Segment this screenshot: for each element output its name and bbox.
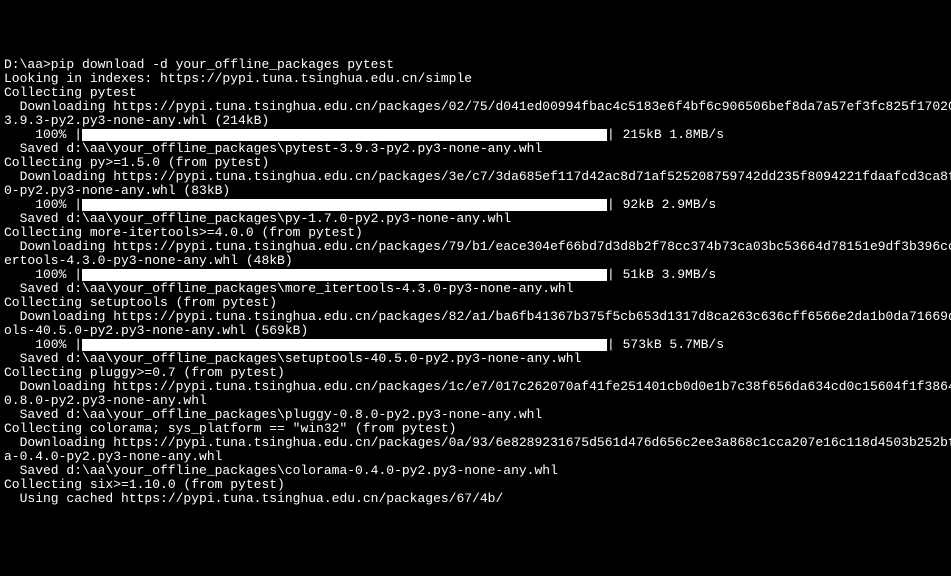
downloading-line-cont: 0-py2.py3-none-any.whl (83kB): [4, 184, 947, 198]
collecting-line: Collecting setuptools (from pytest): [4, 296, 947, 310]
progress-bar: [82, 129, 607, 141]
progress-percent: 100% |: [4, 338, 82, 352]
progress-line: 100% | | 51kB 3.9MB/s: [4, 268, 947, 282]
downloading-line-cont: a-0.4.0-py2.py3-none-any.whl: [4, 450, 947, 464]
progress-line: 100% | | 573kB 5.7MB/s: [4, 338, 947, 352]
downloading-line: Downloading https://pypi.tuna.tsinghua.e…: [4, 380, 947, 394]
downloading-line-cont: 3.9.3-py2.py3-none-any.whl (214kB): [4, 114, 947, 128]
saved-line: Saved d:\aa\your_offline_packages\colora…: [4, 464, 947, 478]
collecting-line: Collecting six>=1.10.0 (from pytest): [4, 478, 947, 492]
downloading-line: Downloading https://pypi.tuna.tsinghua.e…: [4, 436, 947, 450]
saved-line: Saved d:\aa\your_offline_packages\pytest…: [4, 142, 947, 156]
saved-line: Saved d:\aa\your_offline_packages\setupt…: [4, 352, 947, 366]
progress-stats: | 573kB 5.7MB/s: [607, 338, 724, 352]
progress-percent: 100% |: [4, 268, 82, 282]
downloading-line: Downloading https://pypi.tuna.tsinghua.e…: [4, 170, 947, 184]
downloading-line: Downloading https://pypi.tuna.tsinghua.e…: [4, 310, 947, 324]
command-prompt: D:\aa>pip download -d your_offline_packa…: [4, 58, 947, 72]
progress-percent: 100% |: [4, 198, 82, 212]
progress-stats: | 51kB 3.9MB/s: [607, 268, 716, 282]
progress-line: 100% | | 215kB 1.8MB/s: [4, 128, 947, 142]
saved-line: Saved d:\aa\your_offline_packages\more_i…: [4, 282, 947, 296]
saved-line: Saved d:\aa\your_offline_packages\pluggy…: [4, 408, 947, 422]
downloading-line-cont: 0.8.0-py2.py3-none-any.whl: [4, 394, 947, 408]
downloading-line-cont: ertools-4.3.0-py3-none-any.whl (48kB): [4, 254, 947, 268]
collecting-line: Collecting colorama; sys_platform == "wi…: [4, 422, 947, 436]
progress-stats: | 92kB 2.9MB/s: [607, 198, 716, 212]
progress-bar: [82, 269, 607, 281]
progress-stats: | 215kB 1.8MB/s: [607, 128, 724, 142]
progress-line: 100% | | 92kB 2.9MB/s: [4, 198, 947, 212]
terminal-output: D:\aa>pip download -d your_offline_packa…: [4, 58, 947, 506]
collecting-line: Collecting pluggy>=0.7 (from pytest): [4, 366, 947, 380]
progress-bar: [82, 339, 607, 351]
collecting-line: Collecting py>=1.5.0 (from pytest): [4, 156, 947, 170]
progress-bar: [82, 199, 607, 211]
saved-line: Saved d:\aa\your_offline_packages\py-1.7…: [4, 212, 947, 226]
downloading-line: Downloading https://pypi.tuna.tsinghua.e…: [4, 240, 947, 254]
partial-line: Using cached https://pypi.tuna.tsinghua.…: [4, 492, 947, 506]
collecting-line: Collecting more-itertools>=4.0.0 (from p…: [4, 226, 947, 240]
progress-percent: 100% |: [4, 128, 82, 142]
downloading-line-cont: ols-40.5.0-py2.py3-none-any.whl (569kB): [4, 324, 947, 338]
downloading-line: Downloading https://pypi.tuna.tsinghua.e…: [4, 100, 947, 114]
collecting-line: Collecting pytest: [4, 86, 947, 100]
index-line: Looking in indexes: https://pypi.tuna.ts…: [4, 72, 947, 86]
